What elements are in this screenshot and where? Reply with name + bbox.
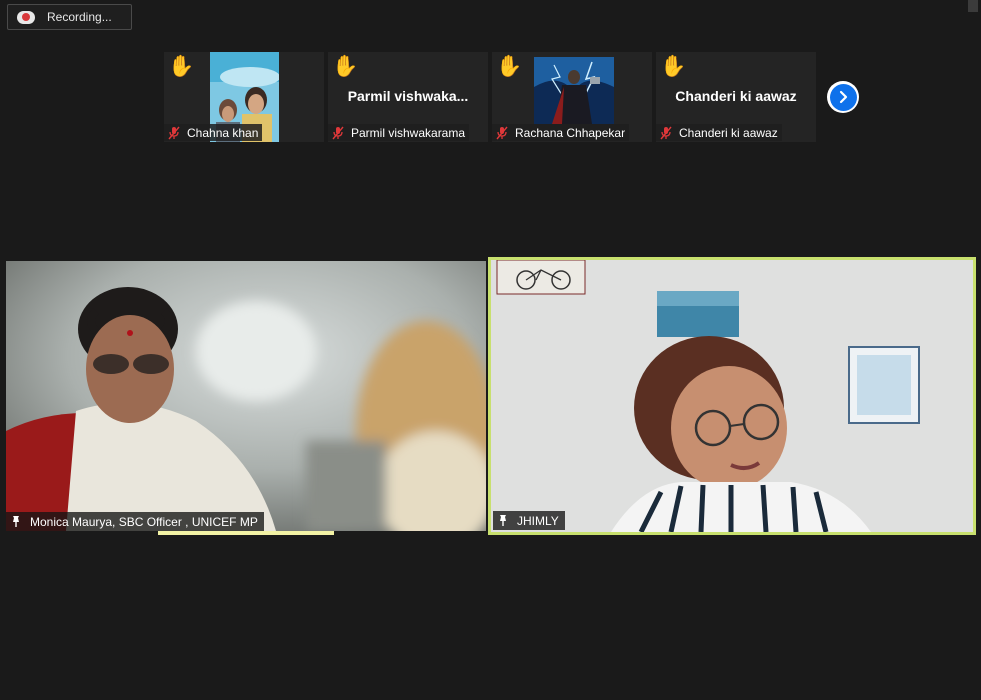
mic-muted-icon — [660, 126, 672, 139]
window-edge — [968, 0, 978, 12]
audio-level-bar — [158, 531, 334, 535]
mic-muted-icon — [332, 126, 344, 139]
participant-name-tag: Chahna khan — [164, 124, 263, 141]
video-tile-monica[interactable]: Monica Maurya, SBC Officer , UNICEF MP — [6, 261, 486, 531]
participant-display-name: Parmil vishwaka... — [347, 88, 469, 104]
participant-name-tag: Rachana Chhapekar — [492, 124, 630, 141]
participant-strip: ✋ Chahna khan ✋ Parmil vishwaka... Parmi… — [164, 52, 816, 142]
mic-muted-icon — [168, 126, 180, 139]
participant-name: Chanderi ki aawaz — [679, 125, 778, 140]
recording-indicator[interactable]: Recording... — [7, 4, 132, 30]
recording-label: Recording... — [47, 10, 112, 24]
participant-thumbnail[interactable]: ✋ Chanderi ki aawaz Chanderi ki aawaz — [656, 52, 816, 142]
participant-thumbnail[interactable]: ✋ Parmil vishwaka... Parmil vishwakarama — [328, 52, 488, 142]
video-feed — [6, 261, 486, 531]
chevron-right-icon — [839, 90, 848, 104]
participant-thumbnail[interactable]: ✋ Chahna khan — [164, 52, 324, 142]
raised-hand-icon: ✋ — [660, 55, 687, 78]
next-page-button[interactable] — [827, 81, 859, 113]
participant-photo — [534, 57, 614, 124]
participant-name-tag: Chanderi ki aawaz — [656, 124, 782, 141]
pin-icon — [500, 515, 506, 526]
participant-display-name: Chanderi ki aawaz — [675, 88, 797, 104]
participant-name: Monica Maurya, SBC Officer , UNICEF MP — [30, 514, 258, 529]
participant-name-tag: JHIMLY — [493, 511, 565, 530]
raised-hand-icon: ✋ — [332, 55, 359, 78]
raised-hand-icon: ✋ — [168, 55, 195, 78]
participant-name: Parmil vishwakarama — [351, 125, 466, 140]
pin-icon — [13, 516, 19, 527]
participant-name: JHIMLY — [517, 513, 559, 528]
mic-muted-icon — [496, 126, 508, 139]
participant-thumbnail[interactable]: ✋ Rachana Chhapekar — [492, 52, 652, 142]
participant-name-tag: Monica Maurya, SBC Officer , UNICEF MP — [6, 512, 264, 531]
raised-hand-icon: ✋ — [496, 55, 523, 78]
participant-name: Chahna khan — [187, 125, 259, 140]
participant-name: Rachana Chhapekar — [515, 125, 626, 140]
video-feed — [491, 260, 973, 532]
recording-icon — [17, 10, 35, 24]
video-tile-jhimly[interactable]: JHIMLY — [488, 257, 976, 535]
participant-name-tag: Parmil vishwakarama — [328, 124, 470, 141]
